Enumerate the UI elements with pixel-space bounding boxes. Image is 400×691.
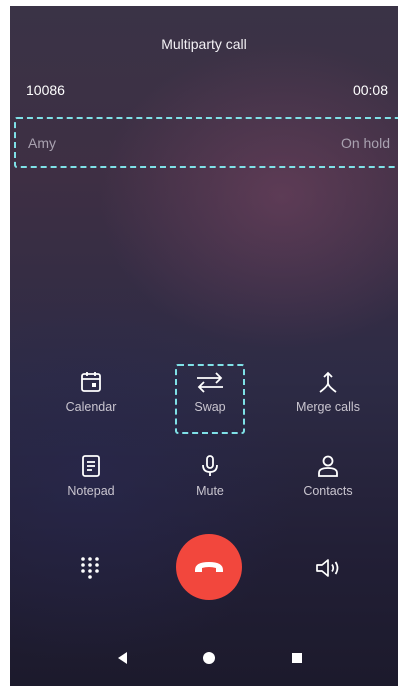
contacts-icon xyxy=(318,455,338,477)
end-call-button[interactable] xyxy=(176,534,242,600)
call-controls xyxy=(10,534,398,602)
call-title: Multiparty call xyxy=(161,36,247,52)
call-screen: Multiparty call 10086 00:08 Amy On hold … xyxy=(10,6,398,686)
merge-calls-label: Merge calls xyxy=(296,400,360,414)
held-call-status: On hold xyxy=(340,134,390,151)
active-call-number: 10086 xyxy=(26,82,65,98)
calendar-icon xyxy=(81,372,101,392)
held-call-row[interactable]: Amy On hold xyxy=(14,117,398,168)
calendar-label: Calendar xyxy=(65,400,117,414)
speaker-icon xyxy=(316,559,339,577)
home-button[interactable] xyxy=(202,651,216,670)
merge-calls-button[interactable]: Merge calls xyxy=(278,370,378,414)
merge-icon xyxy=(319,371,337,393)
swap-button[interactable]: Swap xyxy=(160,370,260,414)
notepad-icon xyxy=(82,455,100,477)
phone-hangup-icon xyxy=(195,562,223,572)
held-call-name: Amy xyxy=(28,134,56,151)
mute-label: Mute xyxy=(196,484,224,498)
active-call-duration: 00:08 xyxy=(352,82,388,98)
recents-button[interactable] xyxy=(290,651,304,670)
swap-icon xyxy=(197,372,223,393)
active-call-row: 10086 00:08 xyxy=(26,82,388,98)
contacts-button[interactable]: Contacts xyxy=(278,454,378,498)
swap-label: Swap xyxy=(194,400,226,414)
notepad-label: Notepad xyxy=(67,484,115,498)
notepad-button[interactable]: Notepad xyxy=(41,454,141,498)
speaker-button[interactable] xyxy=(314,556,342,585)
recents-icon xyxy=(292,653,302,663)
calendar-button[interactable]: Calendar xyxy=(41,370,141,414)
navigation-bar xyxy=(10,636,398,686)
dialpad-button[interactable] xyxy=(78,556,102,585)
dialpad-icon xyxy=(81,557,99,579)
contacts-label: Contacts xyxy=(303,484,353,498)
back-icon xyxy=(118,652,127,664)
back-button[interactable] xyxy=(116,651,130,670)
mute-button[interactable]: Mute xyxy=(160,454,260,498)
microphone-icon xyxy=(202,455,218,476)
home-icon xyxy=(203,652,215,664)
